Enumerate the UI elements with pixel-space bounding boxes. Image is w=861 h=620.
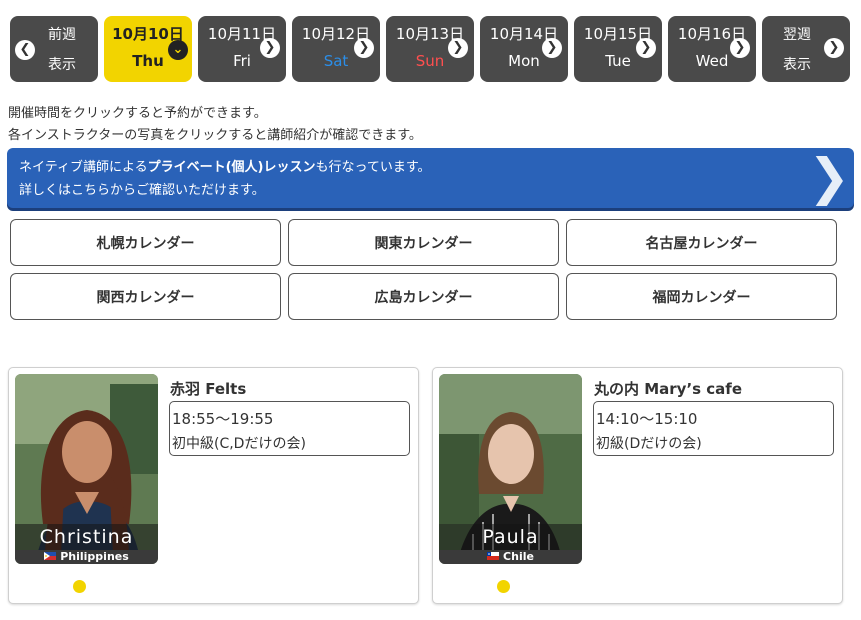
day-tab-sun[interactable]: 10月13日 Sun ❯ <box>386 16 474 82</box>
calendar-button-kanto[interactable]: 関東カレンダー <box>288 219 559 266</box>
lesson-venue: 赤羽 Felts <box>170 380 247 398</box>
time-slot-button[interactable]: 14:10～15:10 初級(Dだけの会) <box>593 401 834 456</box>
calendar-button-fukuoka[interactable]: 福岡カレンダー <box>566 273 837 320</box>
chevron-right-icon: ❯ <box>448 38 468 58</box>
banner-line-1: ネイティブ講師によるプライベート(個人)レッスンも行なっています。 <box>19 156 431 175</box>
day-navigation: ❮ 前週 表示 10月10日 Thu ⌄ 10月11日 Fri ❯ 10月12日… <box>10 16 850 82</box>
next-week-button[interactable]: 翌週 表示 ❯ <box>762 16 850 82</box>
day-tab-tue[interactable]: 10月15日 Tue ❯ <box>574 16 662 82</box>
banner-text-pre: ネイティブ講師による <box>19 160 148 175</box>
chevron-down-icon: ⌄ <box>168 40 188 60</box>
status-dot <box>73 580 86 593</box>
prev-week-label-line2: 表示 <box>48 57 76 73</box>
instructor-photo[interactable]: Paula Chile <box>439 374 582 564</box>
time-slot-button[interactable]: 18:55～19:55 初中級(C,Dだけの会) <box>169 401 410 456</box>
chevron-right-icon: ❯ <box>636 38 656 58</box>
prev-week-label-line1: 前週 <box>48 27 76 43</box>
lesson-venue: 丸の内 Mary’s cafe <box>594 380 743 398</box>
instructor-name: Christina <box>15 524 158 550</box>
lesson-time: 14:10～15:10 <box>596 410 698 428</box>
chevron-right-icon: ❯ <box>260 38 280 58</box>
philippines-flag-icon <box>44 552 57 560</box>
lesson-level: 初級(Dだけの会) <box>596 436 702 452</box>
calendar-button-sapporo[interactable]: 札幌カレンダー <box>10 219 281 266</box>
chile-flag-icon <box>487 552 500 560</box>
country-name: Philippines <box>60 550 129 563</box>
day-tab-wed[interactable]: 10月16日 Wed ❯ <box>668 16 756 82</box>
lesson-time: 18:55～19:55 <box>172 410 274 428</box>
chevron-right-icon: ❯ <box>354 38 374 58</box>
prev-week-button[interactable]: ❮ 前週 表示 <box>10 16 98 82</box>
day-tab-mon[interactable]: 10月14日 Mon ❯ <box>480 16 568 82</box>
instruction-line-2: 各インストラクターの写真をクリックすると講師紹介が確認できます。 <box>8 128 422 143</box>
chevron-right-icon: ❯ <box>808 148 850 206</box>
calendar-button-hiroshima[interactable]: 広島カレンダー <box>288 273 559 320</box>
chevron-right-icon: ❯ <box>730 38 750 58</box>
instruction-line-1: 開催時間をクリックすると予約ができます。 <box>8 106 267 121</box>
instructor-name: Paula <box>439 524 582 550</box>
status-dot <box>497 580 510 593</box>
day-tab-thu[interactable]: 10月10日 Thu ⌄ <box>104 16 192 82</box>
banner-text-bold: プライベート(個人)レッスン <box>147 160 316 175</box>
private-lesson-banner[interactable]: ネイティブ講師によるプライベート(個人)レッスンも行なっています。 詳しくはこち… <box>7 148 854 208</box>
banner-line-2: 詳しくはこちらからご確認いただけます。 <box>19 183 265 198</box>
lesson-level: 初中級(C,Dだけの会) <box>172 436 306 452</box>
country-name: Chile <box>503 550 534 563</box>
instructor-country: Chile <box>439 550 582 564</box>
banner-text-post: も行なっています。 <box>315 160 431 175</box>
calendar-button-nagoya[interactable]: 名古屋カレンダー <box>566 219 837 266</box>
instructions: 開催時間をクリックすると予約ができます。 各インストラクターの写真をクリックする… <box>8 103 422 147</box>
instructor-photo[interactable]: Christina Philippines <box>15 374 158 564</box>
day-tab-fri[interactable]: 10月11日 Fri ❯ <box>198 16 286 82</box>
chevron-right-icon: ❯ <box>542 38 562 58</box>
instructor-country: Philippines <box>15 550 158 564</box>
day-tab-sat[interactable]: 10月12日 Sat ❯ <box>292 16 380 82</box>
lesson-card: Paula Chile 丸の内 Mary’s cafe 14:10～15:10 … <box>432 367 843 604</box>
lesson-card: Christina Philippines 赤羽 Felts 18:55～19:… <box>8 367 419 604</box>
chevron-right-icon: ❯ <box>824 38 844 58</box>
calendar-links: 札幌カレンダー 関東カレンダー 名古屋カレンダー 関西カレンダー 広島カレンダー… <box>10 219 837 320</box>
calendar-button-kansai[interactable]: 関西カレンダー <box>10 273 281 320</box>
